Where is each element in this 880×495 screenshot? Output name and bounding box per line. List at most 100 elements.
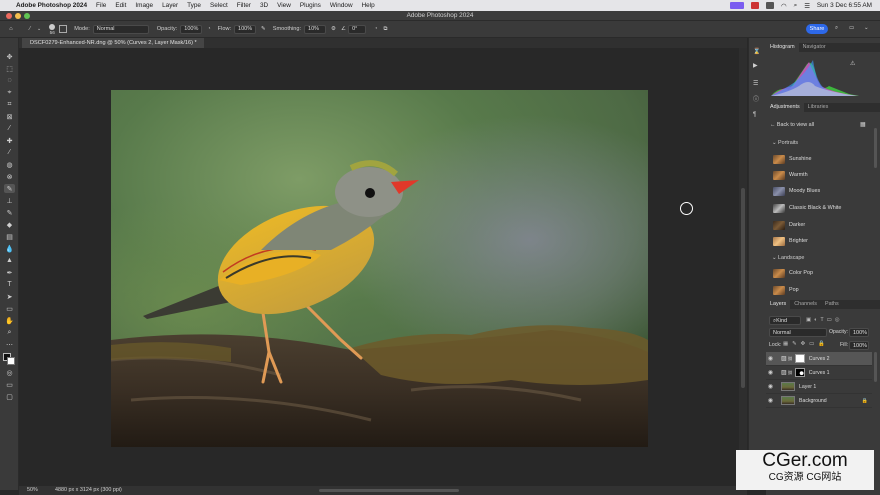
document-tab[interactable]: DSCF0279-Enhanced-NR.dng @ 50% (Curves 2… [22,38,204,48]
patch-tool-icon[interactable]: ◍ [4,160,15,169]
layer-name[interactable]: Layer 1 [799,384,816,390]
warning-icon[interactable]: ⚠ [850,60,855,67]
horizontal-scrollbar[interactable] [319,489,459,492]
layer-row-layer-1[interactable]: ◉ Layer 1 [766,380,872,394]
eye-icon[interactable]: ◉ [766,383,775,390]
layer-filter-select[interactable]: ⌕ Kind [769,316,801,325]
glyph-icon[interactable]: ¶ [753,112,756,118]
menubar-clock[interactable]: Sun 3 Dec 6:55 AM [817,2,872,9]
dodge-tool-icon[interactable]: ▲ [4,256,15,265]
history-icon[interactable]: ⌛ [753,48,760,55]
layer-mask-thumbnail[interactable] [794,368,805,377]
preset-color-pop[interactable]: Color Pop [773,267,873,279]
clone-stamp-tool-icon[interactable]: ⊥ [4,196,15,205]
menu-image[interactable]: Image [135,2,153,9]
menu-type[interactable]: Type [187,2,201,9]
link-icon[interactable]: ⛓ [788,356,793,361]
search-menubar-icon[interactable]: ⌕ [794,2,798,10]
status-red-icon[interactable] [751,2,760,9]
tab-navigator[interactable]: Navigator [799,43,830,52]
vertical-scrollbar[interactable] [739,48,747,486]
adjustments-scrollbar[interactable] [874,128,877,168]
control-center-icon[interactable]: ☰ [804,2,810,10]
status-grid-icon[interactable] [766,2,775,9]
info-icon[interactable]: ⓘ [753,94,759,103]
frame-tool-icon[interactable]: ⊠ [4,112,15,121]
section-portraits[interactable]: ⌄ Portraits [772,140,798,146]
chevron-down-icon[interactable]: ⌄ [864,25,869,31]
move-tool-icon[interactable]: ✥ [4,52,15,61]
menu-plugins[interactable]: Plugins [300,2,321,9]
menu-3d[interactable]: 3D [260,2,268,9]
gradient-tool-icon[interactable]: ▤ [4,232,15,241]
path-select-tool-icon[interactable]: ➤ [4,292,15,301]
zoom-level[interactable]: 50% [27,486,38,495]
scrollbar-thumb[interactable] [741,188,745,388]
brush-tool-icon[interactable]: ⁄ [25,26,35,32]
background-color-swatch[interactable] [7,357,15,365]
layer-opacity-field[interactable]: 100% [849,328,869,337]
quick-mask-icon[interactable]: ◎ [4,368,15,377]
layers-scrollbar[interactable] [874,352,877,382]
tab-paths[interactable]: Paths [821,300,843,309]
menu-edit[interactable]: Edit [115,2,126,9]
workspace-icon[interactable]: ▭ [849,25,854,31]
search-icon[interactable]: ⌕ [835,25,838,32]
more-tools-icon[interactable]: ⋯ [4,340,15,349]
hand-tool-icon[interactable]: ✋ [4,316,15,325]
preset-classic-bw[interactable]: Classic Black & White [773,202,873,214]
menu-view[interactable]: View [277,2,291,9]
frame-mode-icon[interactable]: ▢ [4,392,15,401]
status-app-icon[interactable] [730,2,745,9]
menu-select[interactable]: Select [210,2,228,9]
lock-icons[interactable]: ▦✎✥▭🔒 [783,341,829,347]
wifi-icon[interactable]: ◠ [781,2,787,10]
tab-layers[interactable]: Layers [766,300,791,309]
layer-mask-thumbnail[interactable] [794,354,805,363]
menu-file[interactable]: File [96,2,106,9]
layer-row-curves-1[interactable]: ◉ ▨ ⛓ Curves 1 [766,366,872,380]
grid-view-icon[interactable]: ▦ [860,121,866,128]
blend-mode-select[interactable]: Normal [769,328,827,337]
menu-layer[interactable]: Layer [162,2,178,9]
pressure-opacity-icon[interactable]: ◔ [207,26,210,32]
symmetry-icon[interactable]: ⧉ [383,26,387,33]
preset-darker[interactable]: Darker [773,219,873,231]
redeye-tool-icon[interactable]: ⊗ [4,172,15,181]
home-icon[interactable]: ⌂ [6,26,16,32]
crop-tool-icon[interactable]: ⌗ [4,100,15,109]
document-image[interactable] [111,90,648,447]
mode-select[interactable]: Normal [92,24,149,34]
blur-tool-icon[interactable]: 💧 [4,244,15,253]
link-icon[interactable]: ⛓ [788,370,793,375]
smoothing-field[interactable]: 10% [304,24,327,34]
tab-histogram[interactable]: Histogram [766,43,799,52]
actions-play-icon[interactable]: ▶ [753,62,758,69]
tab-channels[interactable]: Channels [790,300,821,309]
document-info[interactable]: 4880 px x 3124 px (300 ppi) [55,486,122,495]
layer-name[interactable]: Background [799,398,827,404]
layer-thumbnail[interactable] [781,382,795,391]
preset-sunshine[interactable]: Sunshine [773,153,873,165]
preset-pop[interactable]: Pop [773,284,873,296]
layer-row-curves-2[interactable]: ◉ ▨ ⛓ Curves 2 [766,352,872,366]
eye-icon[interactable]: ◉ [766,369,775,376]
eraser-tool-icon[interactable]: ◆ [4,220,15,229]
tab-adjustments[interactable]: Adjustments [766,103,804,112]
brush-settings-icon[interactable] [59,25,68,33]
layer-thumbnail[interactable] [781,396,795,405]
menu-app-name[interactable]: Adobe Photoshop 2024 [16,2,87,9]
menu-filter[interactable]: Filter [237,2,251,9]
properties-icon[interactable]: ☰ [753,80,758,87]
chevron-down-icon[interactable]: ⌄ [37,26,41,32]
layer-filter-icons[interactable]: ▣◐T▭◎ [806,317,842,323]
eyedropper-tool-icon[interactable]: ⁄ [4,124,15,133]
preset-moody-blues[interactable]: Moody Blues [773,185,873,197]
layer-row-background[interactable]: ◉ Background 🔒 [766,394,872,408]
shape-tool-icon[interactable]: ▭ [4,304,15,313]
quick-select-tool-icon[interactable]: ⌖ [4,88,15,97]
remove-tool-icon[interactable]: ⁄ [4,148,15,157]
eye-icon[interactable]: ◉ [766,355,775,362]
section-landscape[interactable]: ⌄ Landscape [772,255,804,261]
airbrush-icon[interactable]: ✎ [261,26,266,32]
